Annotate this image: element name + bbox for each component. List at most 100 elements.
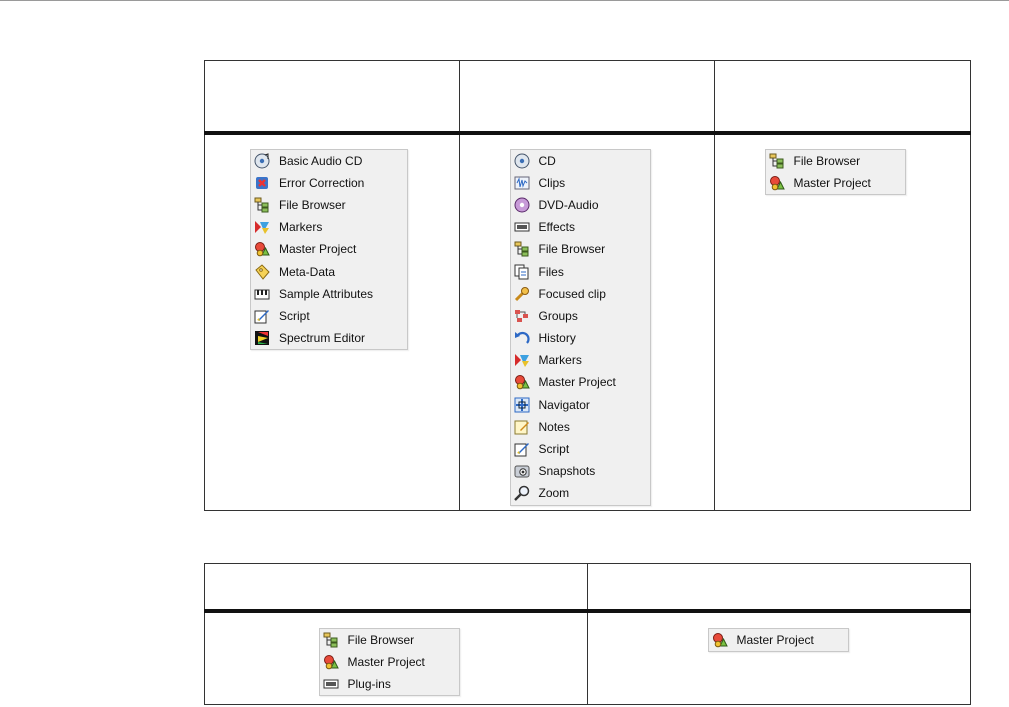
menu-item[interactable]: Focused clip	[511, 283, 650, 305]
window-menu-table-2: File Browser Master Project Plug-ins Maste…	[204, 563, 971, 705]
window-menu-2: CD Clips DVD-Audio Effects File Browser Files…	[509, 148, 651, 506]
menu-item[interactable]: File Browser	[320, 629, 459, 651]
menu-item[interactable]: Effects	[511, 216, 650, 238]
window-menu-1: Basic Audio CD Error Correction File Brows…	[250, 148, 408, 351]
menu-item[interactable]: Meta-Data	[251, 260, 407, 282]
menu-item-label: Master Project	[347, 654, 425, 669]
cd-icon	[514, 153, 530, 169]
menu-item[interactable]: File Browser	[766, 150, 905, 172]
table2-body-cell-1: File Browser Master Project Plug-ins	[204, 610, 588, 705]
menu-item-label: Notes	[538, 419, 570, 434]
menu-item[interactable]: Navigator	[511, 394, 650, 416]
menu-item[interactable]: File Browser	[251, 194, 407, 216]
script-icon	[254, 308, 270, 324]
master-project-icon	[514, 374, 530, 390]
menu-item-label: Groups	[538, 308, 578, 323]
menu-item-label: Plug-ins	[347, 676, 391, 691]
table1-body-cell-3: File Browser Master Project	[714, 132, 971, 511]
menu-item-label: Master Project	[793, 175, 871, 190]
master-project-icon	[769, 175, 785, 191]
menu-item[interactable]: Script	[511, 438, 650, 460]
table1-body-cell-1: Basic Audio CD Error Correction File Brows…	[204, 132, 460, 511]
menu-item-label: Sample Attributes	[279, 286, 374, 301]
menu-item[interactable]: Markers	[511, 349, 650, 371]
script-icon	[514, 441, 530, 457]
menu-item-label: Effects	[538, 220, 575, 235]
menu-item[interactable]: Markers	[251, 216, 407, 238]
menu-item[interactable]: Files	[511, 260, 650, 282]
table1-header-cell-3	[714, 60, 971, 135]
menu-item-label: Script	[538, 442, 570, 457]
menu-item[interactable]: Master Project	[709, 629, 848, 651]
dvd-audio-icon	[514, 197, 530, 213]
focused-clip-icon	[514, 286, 530, 302]
menu-item[interactable]: Snapshots	[511, 460, 650, 482]
menu-item-label: Navigator	[538, 397, 590, 412]
window-menu-3: File Browser Master Project	[764, 148, 906, 195]
meta-data-icon	[254, 263, 270, 280]
menu-item[interactable]: Master Project	[320, 651, 459, 673]
menu-item-label: CD	[538, 153, 556, 168]
table2-body-cell-2: Master Project	[587, 610, 971, 705]
menu-item-label: Focused clip	[538, 286, 606, 301]
table1-body-cell-2: CD Clips DVD-Audio Effects File Browser Files…	[459, 132, 715, 511]
menu-item[interactable]: Groups	[511, 305, 650, 327]
menu-item[interactable]: Zoom	[511, 482, 650, 504]
menu-item-label: File Browser	[347, 632, 415, 647]
menu-item[interactable]: Script	[251, 305, 407, 327]
file-browser-icon	[323, 632, 339, 648]
table1-header-cell-1	[204, 60, 460, 135]
menu-item-label: Markers	[279, 220, 323, 235]
table1-header-cell-2	[459, 60, 715, 135]
master-project-icon	[254, 241, 270, 257]
menu-item-label: Markers	[538, 353, 582, 368]
menu-item[interactable]: DVD-Audio	[511, 194, 650, 216]
menu-item[interactable]: Plug-ins	[320, 673, 459, 695]
menu-item[interactable]: Master Project	[766, 172, 905, 194]
menu-item[interactable]: CD	[511, 150, 650, 172]
history-icon	[514, 330, 530, 346]
navigator-icon	[514, 397, 530, 413]
table2-header-cell-1	[204, 563, 588, 613]
menu-item[interactable]: Clips	[511, 172, 650, 194]
menu-item-label: Error Correction	[279, 175, 365, 190]
master-project-icon	[323, 654, 339, 670]
menu-item[interactable]: Notes	[511, 416, 650, 438]
menu-item[interactable]: Master Project	[251, 238, 407, 260]
menu-item-label: File Browser	[279, 197, 346, 212]
markers-icon	[254, 219, 270, 235]
menu-item[interactable]: Error Correction	[251, 172, 407, 194]
menu-item-label: History	[538, 331, 576, 346]
plug-ins-icon	[323, 676, 339, 692]
menu-item-label: Master Project	[279, 242, 357, 257]
menu-item-label: DVD-Audio	[538, 197, 599, 212]
error-correction-icon	[254, 175, 270, 191]
menu-item[interactable]: Sample Attributes	[251, 283, 407, 305]
file-browser-icon	[769, 153, 785, 169]
menu-item-label: Meta-Data	[279, 264, 336, 279]
menu-item[interactable]: File Browser	[511, 238, 650, 260]
menu-item-label: File Browser	[793, 153, 861, 168]
notes-icon	[514, 419, 530, 435]
menu-item-label: Master Project	[538, 375, 616, 390]
files-icon	[514, 264, 530, 280]
groups-icon	[514, 308, 530, 324]
file-browser-icon	[254, 197, 270, 213]
menu-item[interactable]: History	[511, 327, 650, 349]
window-menu-5: Master Project	[707, 627, 849, 652]
clips-icon	[514, 175, 530, 191]
menu-item-label: Snapshots	[538, 464, 596, 479]
basic-audio-cd-icon	[254, 152, 270, 169]
menu-item-label: File Browser	[538, 242, 606, 257]
menu-item-label: Files	[538, 264, 564, 279]
menu-item[interactable]: Spectrum Editor	[251, 327, 407, 349]
menu-item-label: Script	[279, 308, 310, 323]
effects-icon	[514, 219, 530, 235]
menu-item[interactable]: Master Project	[511, 371, 650, 393]
menu-item[interactable]: Basic Audio CD	[251, 150, 407, 172]
master-project-icon	[712, 632, 728, 648]
table2-header-cell-2	[587, 563, 971, 613]
menu-item-label: Master Project	[736, 632, 814, 647]
menu-item-label: Spectrum Editor	[279, 331, 366, 346]
snapshots-icon	[514, 463, 530, 479]
